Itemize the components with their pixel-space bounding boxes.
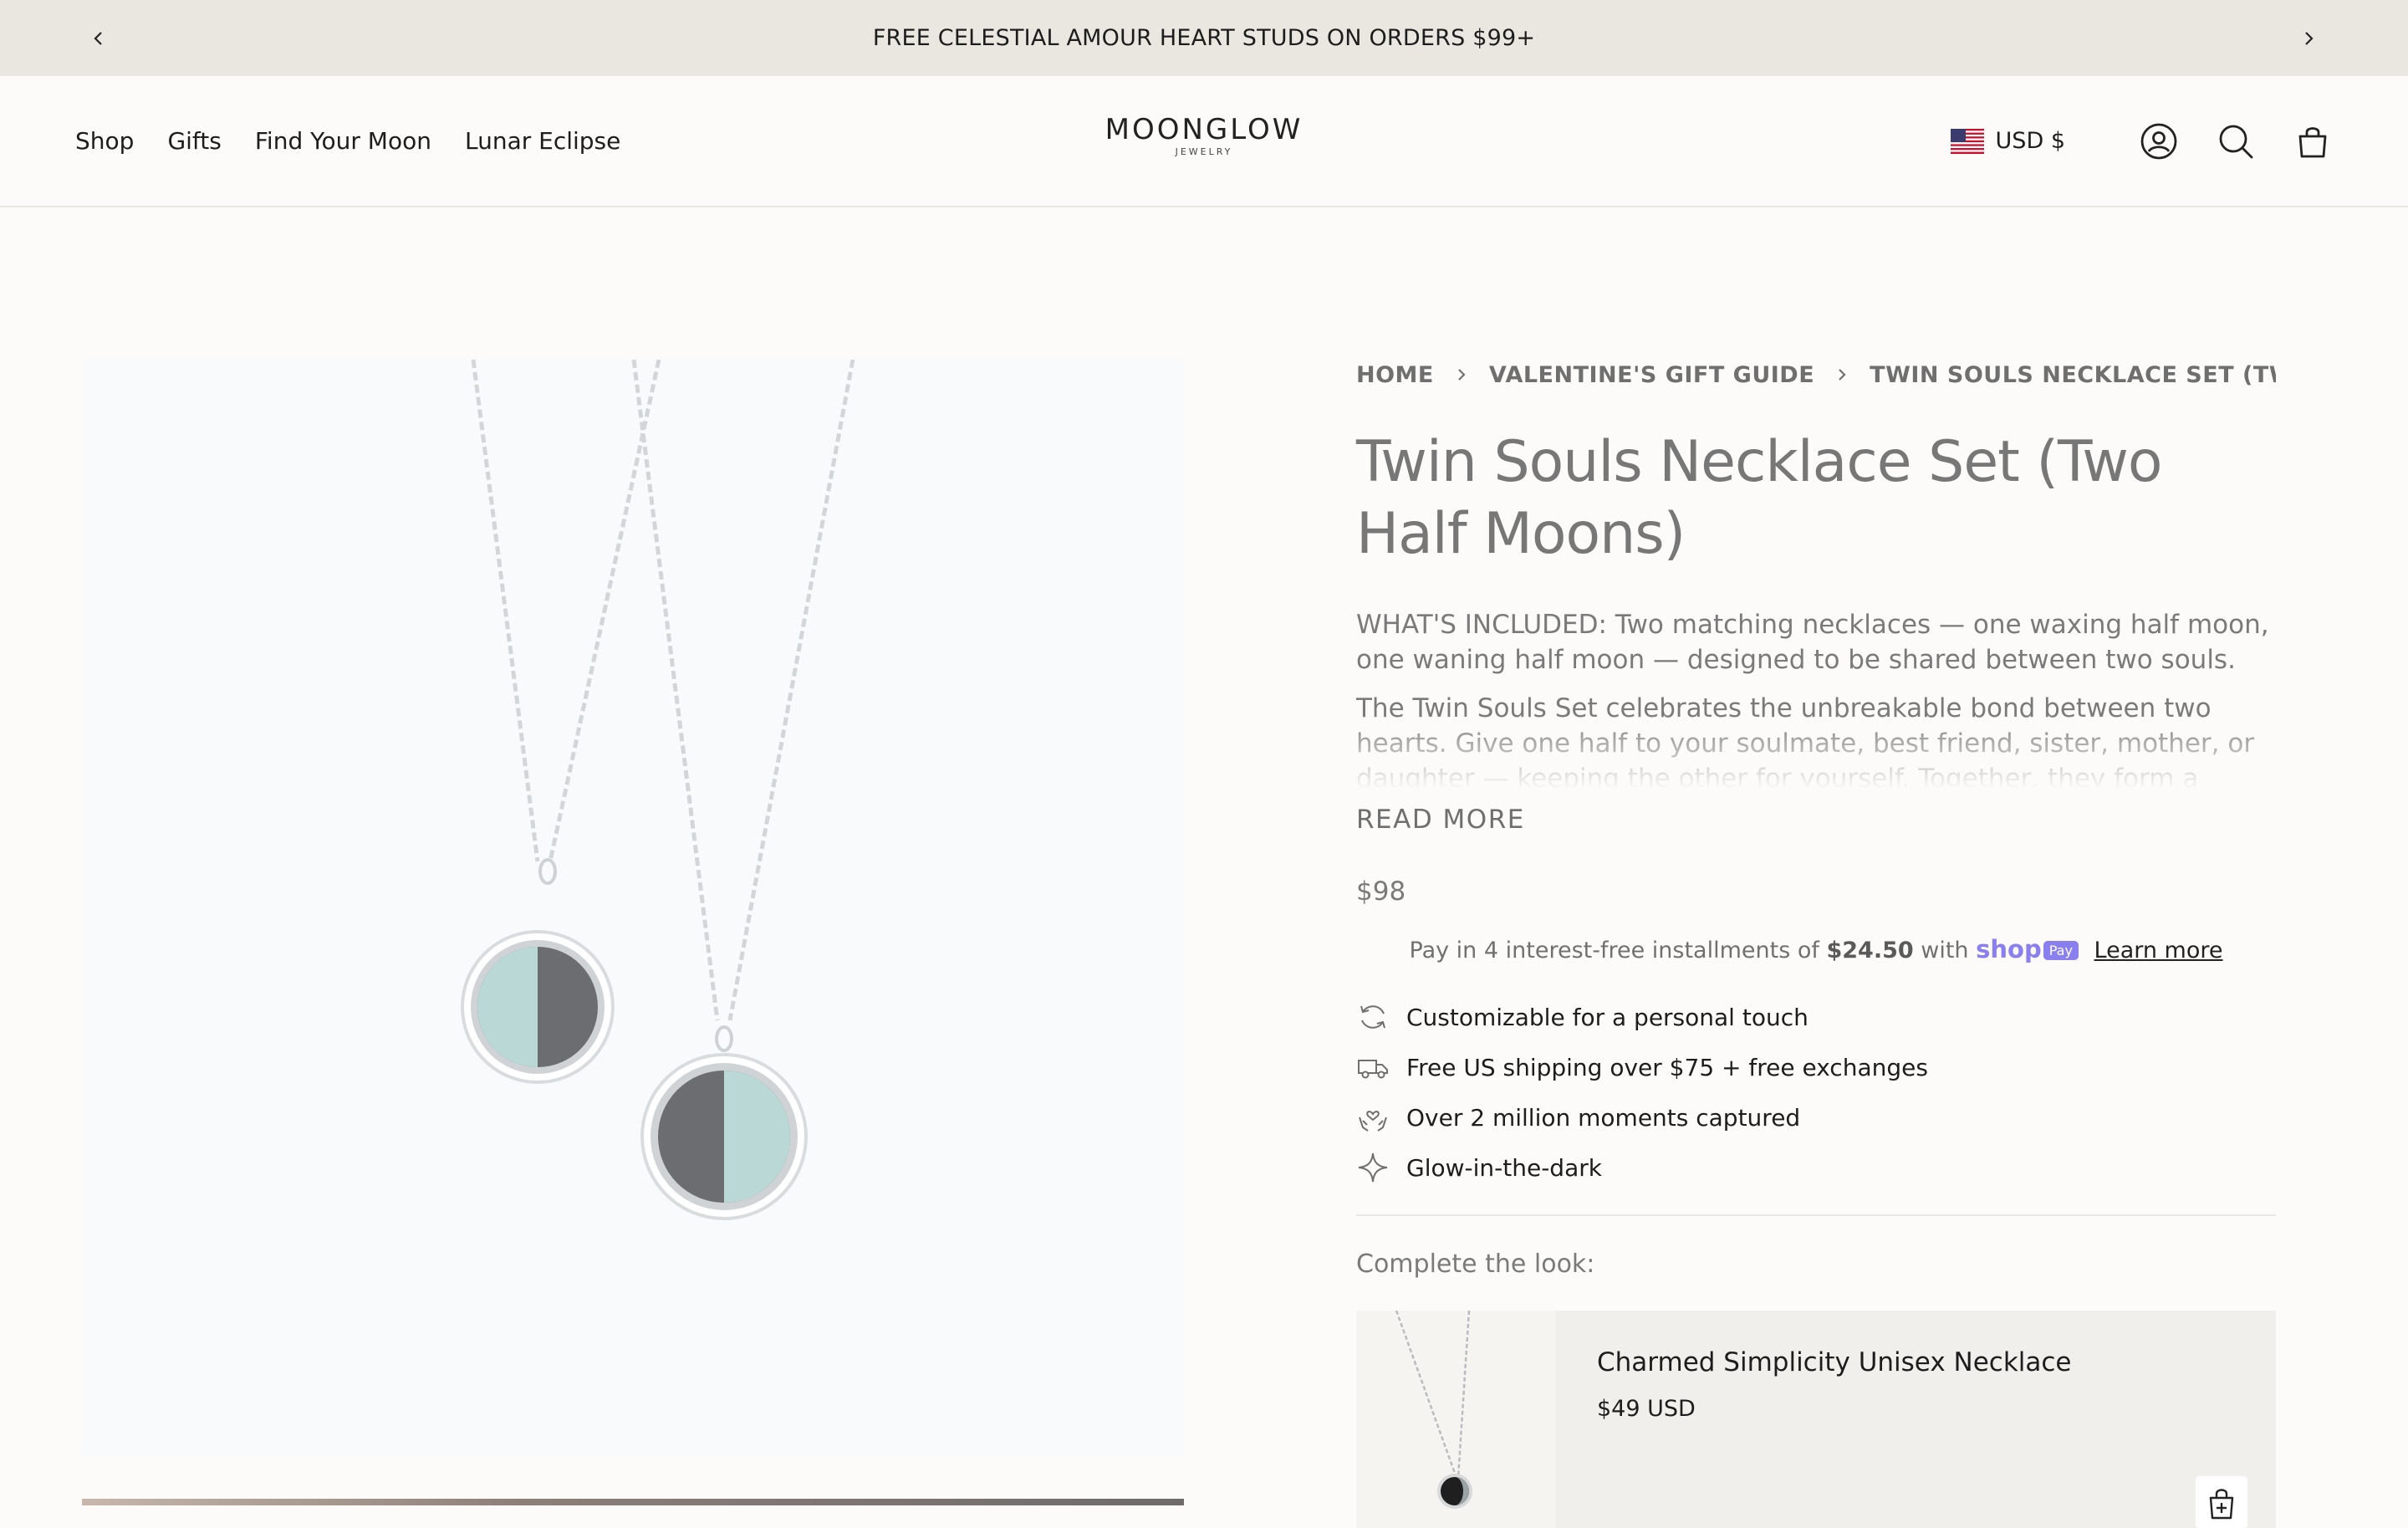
main-nav: Shop Gifts Find Your Moon Lunar Eclipse [75,76,620,206]
logo-brand: MOONGLOW [1105,113,1303,146]
search-icon [2219,125,2253,158]
product-price: $98 [1356,876,1406,907]
shoppay-amount: $24.50 [1826,938,1914,963]
currency-selector[interactable]: USD $ [1950,128,2065,154]
nav-item-shop[interactable]: Shop [75,127,134,155]
search-button[interactable] [2216,121,2256,161]
feature-text: Glow-in-the-dark [1406,1153,1602,1182]
truck-icon [1358,1060,1388,1079]
next-product-image[interactable] [82,1499,1184,1505]
complete-look-card[interactable]: Charmed Simplicity Unisex Necklace $49 U… [1356,1311,2276,1528]
shoppay-prefix: Pay in 4 interest-free installments of [1409,938,1827,963]
logo-sub: JEWELRY [1175,146,1233,157]
announcement-text: FREE CELESTIAL AMOUR HEART STUDS ON ORDE… [872,25,1536,51]
recommended-product-name[interactable]: Charmed Simplicity Unisex Necklace [1597,1347,2072,1377]
product-image[interactable] [82,360,1184,1455]
nav-item-gifts[interactable]: Gifts [167,127,221,155]
feature-item: Free US shipping over $75 + free exchang… [1356,1042,2276,1092]
product-title: Twin Souls Necklace Set (Two Half Moons) [1356,429,2162,567]
feature-item: Over 2 million moments captured [1356,1092,2276,1142]
breadcrumb-gift-guide[interactable]: VALENTINE'S GIFT GUIDE [1489,362,1814,388]
nav-item-find-your-moon[interactable]: Find Your Moon [255,127,431,155]
feature-list: Customizable for a personal touch Free U… [1356,992,2276,1216]
hands-heart-icon [1359,1111,1387,1132]
chevron-right-icon [1839,369,1846,381]
sparkle-icon [1358,1152,1388,1183]
feature-text: Over 2 million moments captured [1406,1103,1801,1132]
shop-pay-installments: Pay in 4 interest-free installments of $… [1356,935,2276,963]
breadcrumb: HOME VALENTINE'S GIFT GUIDE TWIN SOULS N… [1356,358,2276,391]
recommended-product-price: $49 USD [1597,1396,1696,1422]
shoppay-with: with [1913,938,1977,963]
cart-button[interactable] [2293,121,2333,161]
header-actions: USD $ [1950,76,2333,206]
complete-look-heading: Complete the look: [1356,1249,1595,1279]
product-info: HOME VALENTINE'S GIFT GUIDE TWIN SOULS N… [1356,358,2276,1279]
product-description: WHAT'S INCLUDED: Two matching necklaces … [1356,607,2276,790]
necklace-image [461,360,855,1220]
recommended-product-image[interactable] [1356,1311,1555,1528]
announcement-bar: FREE CELESTIAL AMOUR HEART STUDS ON ORDE… [0,0,2408,76]
learn-more-link[interactable]: Learn more [2094,938,2223,963]
description-body: The Twin Souls Set celebrates the unbrea… [1356,693,2255,790]
chevron-right-icon [2305,32,2314,45]
site-logo[interactable]: MOONGLOW JEWELRY [1037,115,1371,157]
chevron-right-icon [1458,369,1466,381]
announcement-next-button[interactable] [2296,26,2321,51]
refresh-icon [1360,1005,1385,1029]
cart-icon [2298,126,2327,157]
account-button[interactable] [2139,121,2179,161]
feature-text: Customizable for a personal touch [1406,1003,1809,1031]
site-header: Shop Gifts Find Your Moon Lunar Eclipse … [0,76,2408,207]
breadcrumb-home[interactable]: HOME [1356,362,1434,388]
description-included: WHAT'S INCLUDED: Two matching necklaces … [1356,607,2276,677]
shop-pay-logo: shop [1976,935,2042,963]
feature-item: Glow-in-the-dark [1356,1142,2276,1193]
account-icon [2140,123,2177,159]
nav-item-lunar-eclipse[interactable]: Lunar Eclipse [465,127,620,155]
breadcrumb-current: TWIN SOULS NECKLACE SET (TWO HALF MOONS) [1870,361,2276,388]
feature-item: Customizable for a personal touch [1356,992,2276,1042]
feature-text: Free US shipping over $75 + free exchang… [1406,1053,1928,1081]
add-to-bag-icon [2209,1489,2234,1520]
us-flag-icon [1950,128,1984,154]
description-label: WHAT'S INCLUDED: [1356,610,1607,640]
moon-pendant-icon [1437,1474,1472,1509]
currency-label: USD $ [1995,128,2065,154]
shop-pay-badge: Pay [2043,941,2079,960]
add-to-cart-button[interactable] [2196,1476,2247,1528]
read-more-button[interactable]: READ MORE [1356,805,1525,835]
